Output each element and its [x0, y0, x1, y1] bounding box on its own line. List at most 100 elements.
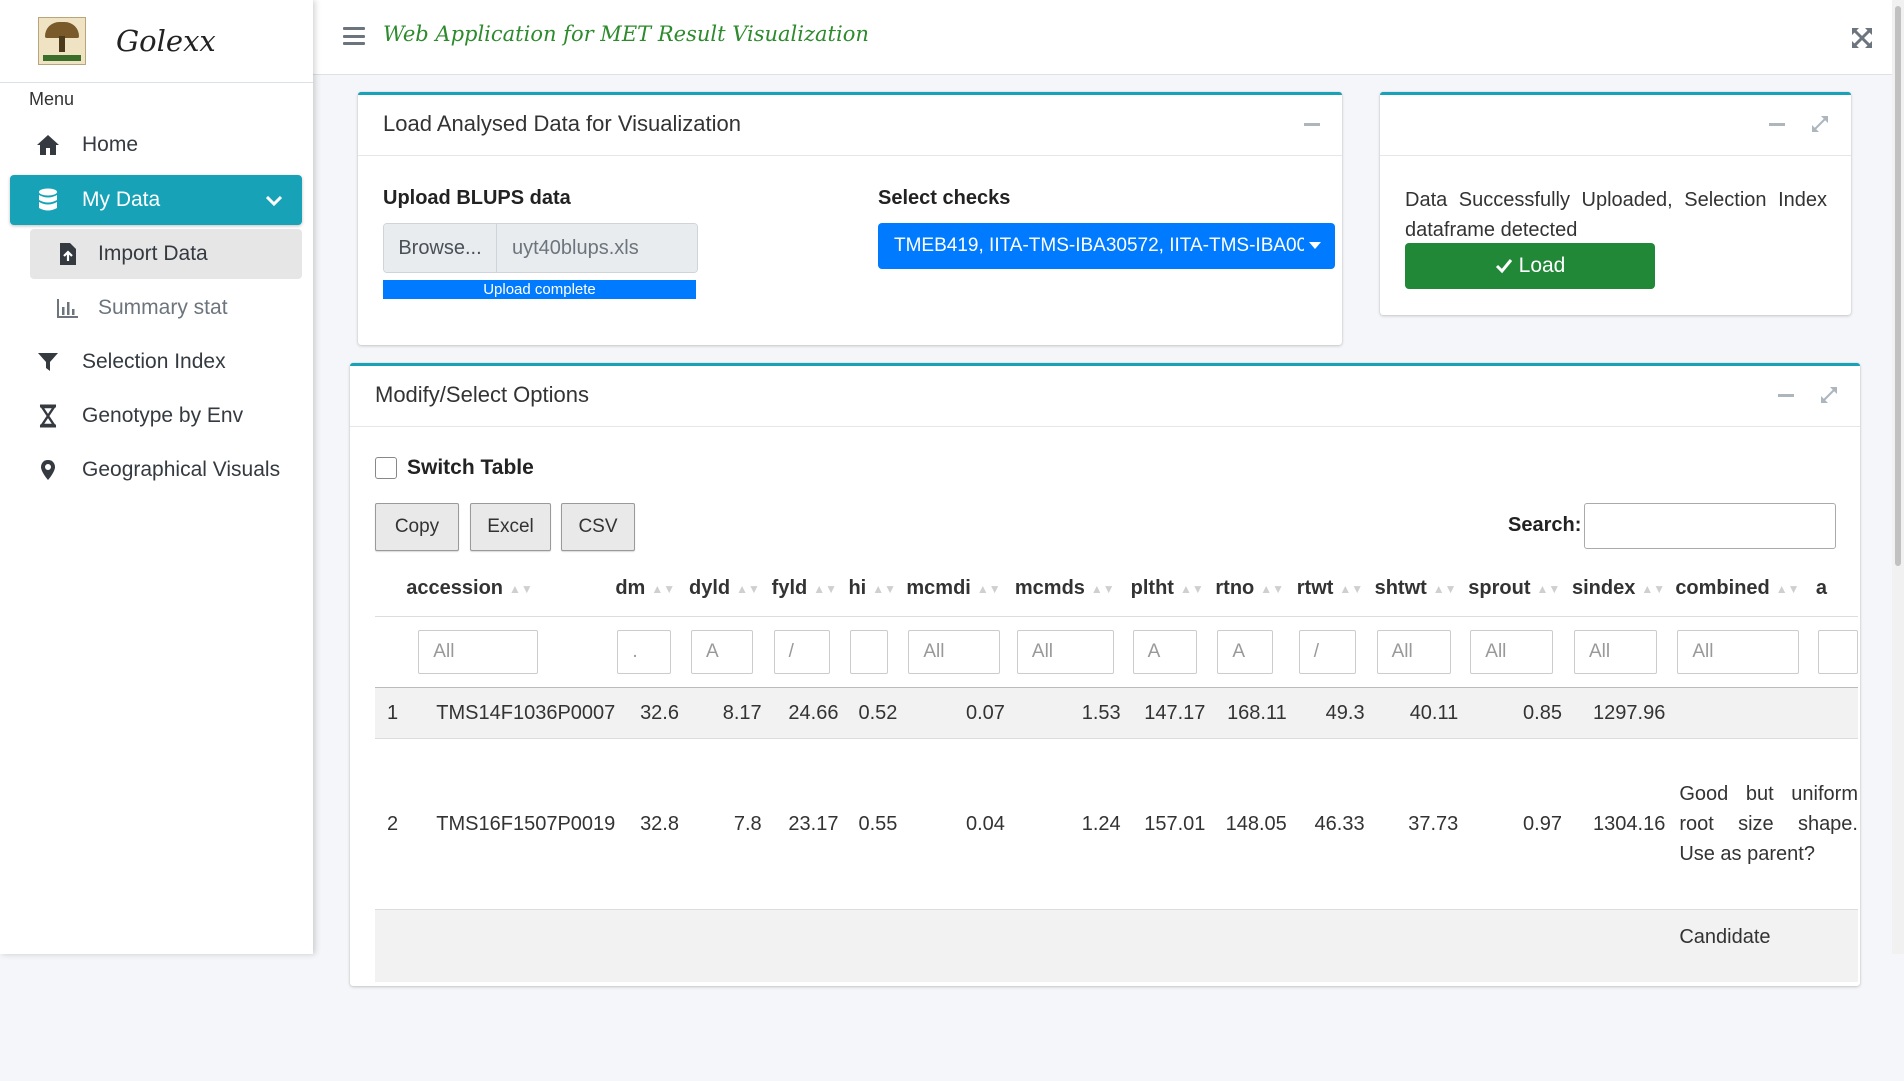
status-card: Data Successfully Uploaded, Selection In…	[1380, 92, 1851, 315]
column-header[interactable]: sindex ▲▼	[1571, 561, 1676, 617]
sidebar-item-label: Summary stat	[98, 296, 228, 319]
brand: Golexx	[0, 0, 313, 83]
sidebar-item-my-data[interactable]: My Data	[10, 175, 302, 225]
column-filter-input[interactable]: All	[418, 630, 539, 674]
sidebar-item-geographical-visuals[interactable]: Geographical Visuals	[10, 445, 302, 495]
column-header[interactable]: combined ▲▼	[1675, 561, 1816, 617]
checks-label: Select checks	[878, 187, 1011, 209]
column-filter-input[interactable]: All	[1470, 630, 1554, 674]
data-table: accession ▲▼ dm ▲▼ dyld ▲▼ fyld ▲▼ hi ▲▼ mcmd…	[375, 561, 1858, 1081]
column-header[interactable]: dyld ▲▼	[689, 561, 772, 617]
switch-table-checkbox[interactable]	[375, 457, 397, 479]
table-header-row: accession ▲▼ dm ▲▼ dyld ▲▼ fyld ▲▼ hi ▲▼ mcmd…	[375, 561, 1858, 617]
bar-chart-icon	[56, 296, 80, 320]
excel-button[interactable]: Excel	[470, 503, 551, 551]
fullscreen-icon[interactable]	[1850, 26, 1874, 50]
card-header	[1380, 95, 1851, 156]
collapse-icon[interactable]	[1304, 123, 1320, 126]
column-filter-input[interactable]: A	[691, 630, 753, 674]
column-header[interactable]: accession ▲▼	[406, 561, 616, 617]
csv-button[interactable]: CSV	[561, 503, 635, 551]
browse-button[interactable]: Browse...	[384, 224, 497, 272]
map-marker-icon	[34, 458, 62, 482]
column-filter-input[interactable]: All	[1573, 630, 1657, 674]
brand-logo	[38, 17, 86, 65]
column-header[interactable]: rtwt ▲▼	[1296, 561, 1375, 617]
card-title: Load Analysed Data for Visualization	[383, 111, 741, 136]
column-header[interactable]: mcmds ▲▼	[1014, 561, 1131, 617]
chevron-down-icon	[265, 188, 283, 212]
sidebar: Golexx Menu Home My Data Import Data Sum…	[0, 0, 313, 954]
column-filter-input[interactable]: .	[617, 630, 672, 674]
column-header[interactable]: shtwt ▲▼	[1374, 561, 1469, 617]
home-icon	[34, 133, 62, 157]
collapse-icon[interactable]	[1769, 123, 1785, 126]
column-filter-input[interactable]: All	[1677, 630, 1800, 674]
status-message: Data Successfully Uploaded, Selection In…	[1405, 189, 1827, 241]
table-row[interactable]: 1 TMS14F1036P0007 32.6 8.17 24.66 0.52 0…	[375, 687, 1858, 739]
column-header[interactable]: rtno ▲▼	[1215, 561, 1297, 617]
column-header[interactable]: a	[1815, 561, 1858, 617]
column-filter-input[interactable]	[1817, 630, 1858, 674]
table-row[interactable]: 2 TMS16F1507P0019 32.8 7.8 23.17 0.55 0.…	[375, 738, 1858, 910]
search-input[interactable]	[1584, 503, 1836, 549]
expand-icon[interactable]	[1820, 386, 1838, 404]
load-button-label: Load	[1518, 254, 1566, 277]
file-upload-input[interactable]: Browse... uyt40blups.xls	[383, 223, 698, 273]
sidebar-item-summary-stat[interactable]: Summary stat	[30, 283, 302, 333]
load-data-card: Load Analysed Data for Visualization Upl…	[358, 92, 1342, 345]
file-import-icon	[56, 242, 80, 266]
sidebar-item-label: Geographical Visuals	[82, 458, 281, 481]
sidebar-item-label: Home	[82, 133, 139, 156]
database-icon	[34, 188, 62, 212]
menu-header: Menu	[29, 89, 75, 109]
column-header[interactable]: pltht ▲▼	[1130, 561, 1216, 617]
file-name-field: uyt40blups.xls	[497, 224, 697, 272]
sidebar-item-label: Selection Index	[82, 350, 226, 373]
hamburger-menu-icon[interactable]	[343, 27, 365, 45]
column-filter-input[interactable]: All	[908, 630, 1001, 674]
sidebar-item-home[interactable]: Home	[10, 120, 302, 170]
sidebar-item-label: Genotype by Env	[82, 404, 244, 427]
column-header[interactable]: dm ▲▼	[615, 561, 689, 617]
sidebar-item-import-data[interactable]: Import Data	[30, 229, 302, 279]
column-filter-input[interactable]	[850, 630, 889, 674]
sidebar-item-label: My Data	[82, 188, 161, 211]
checks-select-value: TMEB419, IITA-TMS-IBA30572, IITA-TMS-IBA…	[894, 235, 1304, 256]
app-title: Web Application for MET Result Visualiza…	[383, 22, 869, 46]
sidebar-item-label: Import Data	[98, 242, 208, 265]
check-icon	[1495, 258, 1513, 274]
column-filter-input[interactable]: A	[1132, 630, 1197, 674]
search-label: Search:	[1508, 514, 1582, 536]
caret-down-icon	[1309, 242, 1321, 249]
sidebar-item-selection-index[interactable]: Selection Index	[10, 337, 302, 387]
card-header: Load Analysed Data for Visualization	[358, 95, 1342, 156]
column-filter-input[interactable]: All	[1376, 630, 1451, 674]
column-header[interactable]: hi ▲▼	[848, 561, 907, 617]
page-scrollbar[interactable]	[1892, 0, 1904, 954]
switch-table-toggle[interactable]: Switch Table	[375, 456, 534, 480]
card-header: Modify/Select Options	[350, 366, 1860, 427]
column-header[interactable]: fyld ▲▼	[771, 561, 849, 617]
brand-name: Golexx	[116, 24, 216, 58]
modify-options-card: Modify/Select Options Switch Table Copy …	[350, 363, 1860, 986]
table-row[interactable]: Candidate	[375, 909, 1858, 982]
column-header-index	[375, 561, 407, 617]
column-filter-input[interactable]: /	[773, 630, 830, 674]
filter-icon	[34, 350, 62, 374]
collapse-icon[interactable]	[1778, 394, 1794, 397]
scrollbar-thumb[interactable]	[1895, 6, 1901, 566]
upload-progress-bar: Upload complete	[383, 280, 696, 299]
load-button[interactable]: Load	[1405, 243, 1655, 289]
column-filter-input[interactable]: A	[1217, 630, 1274, 674]
switch-table-label: Switch Table	[407, 456, 534, 479]
copy-button[interactable]: Copy	[375, 503, 459, 551]
sidebar-item-genotype-by-env[interactable]: Genotype by Env	[10, 391, 302, 441]
column-header[interactable]: sprout ▲▼	[1468, 561, 1572, 617]
column-filter-input[interactable]: /	[1298, 630, 1356, 674]
column-filter-input[interactable]: All	[1016, 630, 1114, 674]
checks-select[interactable]: TMEB419, IITA-TMS-IBA30572, IITA-TMS-IBA…	[878, 223, 1335, 269]
filter-row: All . A / All All A A / All All All All	[375, 616, 1858, 688]
column-header[interactable]: mcmdi ▲▼	[906, 561, 1015, 617]
expand-icon[interactable]	[1811, 115, 1829, 133]
